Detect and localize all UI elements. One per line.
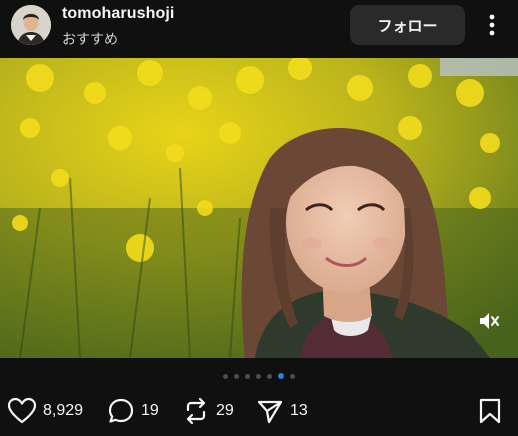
carousel-dot[interactable] xyxy=(223,373,228,379)
username[interactable]: tomoharushoji xyxy=(62,5,174,23)
bookmark-icon xyxy=(479,398,501,424)
comment-icon xyxy=(108,398,134,423)
carousel-dot[interactable] xyxy=(256,373,261,379)
bookmark-button[interactable] xyxy=(478,395,502,427)
like-count: 8,929 xyxy=(43,402,84,419)
follow-button[interactable]: フォロー xyxy=(350,5,465,45)
repost-button[interactable]: 29 xyxy=(182,395,234,427)
carousel-dot[interactable] xyxy=(267,373,272,379)
share-button[interactable]: 13 xyxy=(256,395,308,427)
action-bar: 8,929 19 29 13 xyxy=(0,395,518,427)
send-icon xyxy=(257,400,283,424)
comment-button[interactable]: 19 xyxy=(107,395,159,427)
selfie-in-rapeseed-field-image xyxy=(0,58,518,358)
heart-icon xyxy=(7,397,37,424)
muted-speaker-icon[interactable] xyxy=(476,308,502,334)
like-button[interactable]: 8,929 xyxy=(7,395,83,427)
repost-icon xyxy=(186,397,206,425)
threads-post: tomoharushoji おすすめ フォロー 8,929 19 29 13 xyxy=(0,0,518,436)
avatar[interactable] xyxy=(11,5,51,45)
carousel-dot[interactable] xyxy=(290,373,295,379)
more-options-icon[interactable] xyxy=(482,11,502,39)
repost-count: 29 xyxy=(216,402,234,419)
carousel-dot-active[interactable] xyxy=(278,373,284,379)
carousel-dot[interactable] xyxy=(245,373,250,379)
post-header: tomoharushoji おすすめ フォロー xyxy=(0,0,518,58)
comment-count: 19 xyxy=(141,402,159,419)
carousel-dot[interactable] xyxy=(234,373,239,379)
post-image[interactable] xyxy=(0,58,518,358)
share-count: 13 xyxy=(290,402,308,419)
recommended-label: おすすめ xyxy=(62,32,118,48)
carousel-indicator xyxy=(0,371,518,381)
